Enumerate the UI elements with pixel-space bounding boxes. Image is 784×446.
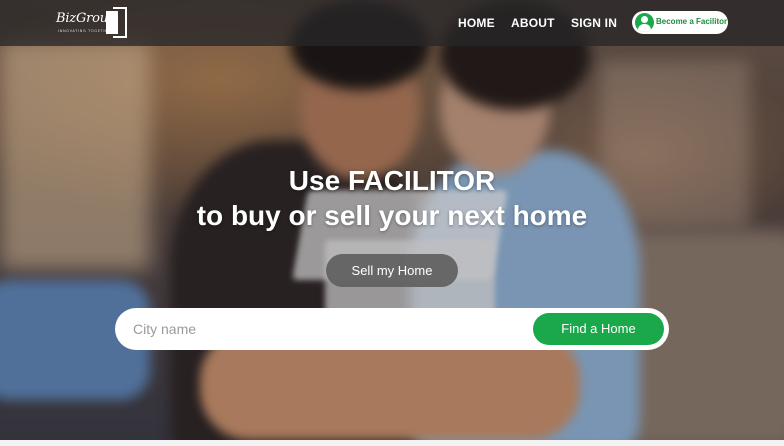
user-avatar-icon bbox=[635, 13, 654, 32]
nav-about-link[interactable]: ABOUT bbox=[511, 16, 555, 30]
find-a-home-button[interactable]: Find a Home bbox=[533, 313, 664, 345]
logo-frame bbox=[113, 7, 127, 38]
headline-line-2: to buy or sell your next home bbox=[196, 200, 588, 231]
nav-home-link[interactable]: HOME bbox=[458, 16, 495, 30]
hero-section: BizGroup INNOVATING TOGETHER HOME ABOUT … bbox=[0, 0, 784, 440]
city-search-bar: Find a Home bbox=[115, 308, 669, 350]
headline-line-1: Use FACILITOR bbox=[288, 165, 496, 196]
navbar: BizGroup INNOVATING TOGETHER HOME ABOUT … bbox=[0, 0, 784, 46]
hero-headline: Use FACILITOR to buy or sell your next h… bbox=[0, 163, 784, 233]
page-bottom-strip bbox=[0, 440, 784, 446]
become-facilitor-label: Become a Facilitor bbox=[656, 17, 728, 26]
city-name-input[interactable] bbox=[133, 316, 513, 342]
logo-tagline: INNOVATING TOGETHER bbox=[58, 29, 113, 33]
sell-my-home-button[interactable]: Sell my Home bbox=[326, 254, 458, 287]
nav-sign-in-link[interactable]: SIGN IN bbox=[571, 16, 617, 30]
become-facilitor-button[interactable]: Become a Facilitor bbox=[632, 11, 728, 34]
bizgroup-logo[interactable]: BizGroup INNOVATING TOGETHER bbox=[56, 7, 128, 39]
